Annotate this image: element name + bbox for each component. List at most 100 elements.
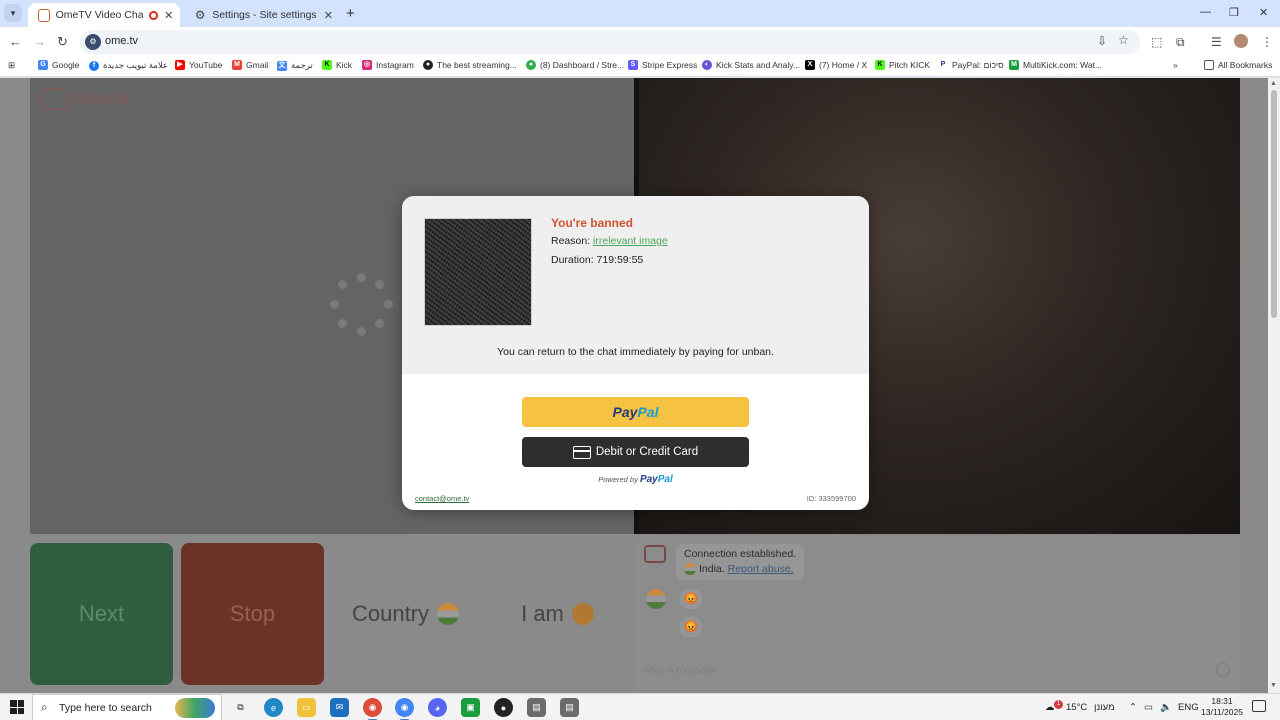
paypal-logo-icon: PayPal (639, 474, 673, 485)
new-tab-icon[interactable]: + (346, 5, 355, 22)
minimize-icon[interactable]: — (1200, 6, 1211, 18)
tab-ometv[interactable]: OmeTV Video Chat — Ome ✕ (28, 3, 180, 27)
tab-title: OmeTV Video Chat — Ome (55, 9, 144, 21)
taskbar-search-box[interactable]: ⌕ Type here to search (32, 694, 222, 720)
discord-icon[interactable]: ◕ (428, 698, 447, 717)
google-icon: G (38, 60, 48, 70)
bookmark-kick[interactable]: K Kick (322, 60, 352, 70)
gear-icon: ⚙ (194, 8, 206, 22)
bookmark-kick-stats[interactable]: ◐ Kick Stats and Analy... (702, 60, 800, 70)
next-button[interactable]: Next (30, 543, 173, 685)
obs-icon[interactable]: ● (494, 698, 513, 717)
message-input[interactable]: Write a message (642, 665, 717, 676)
recording-indicator-icon (149, 10, 158, 20)
volume-icon[interactable]: 🔈 (1160, 702, 1172, 713)
boy-avatar-icon (571, 603, 594, 625)
terminal-b-icon[interactable]: ▤ (560, 698, 579, 717)
extension-icon[interactable]: ⬚ (1151, 35, 1162, 49)
bookmark-gmail[interactable]: M Gmail (232, 60, 268, 70)
close-tab-icon[interactable]: ✕ (323, 9, 334, 22)
paypal-button[interactable]: PayPal (522, 397, 749, 427)
search-highlight-icon (175, 698, 215, 718)
reading-list-icon[interactable]: ☰ (1211, 35, 1222, 49)
terminal-a-icon[interactable]: ▤ (527, 698, 546, 717)
emoji-picker-icon[interactable] (1216, 663, 1230, 677)
partner-flag-icon (646, 589, 666, 609)
stop-button[interactable]: Stop (181, 543, 324, 685)
windows-start-icon[interactable] (10, 700, 24, 714)
chat-message: 😡 (680, 617, 702, 637)
tab-settings[interactable]: ⚙ Settings - Site settings ✕ (184, 3, 340, 27)
bookmark-star-icon[interactable]: ☆ (1118, 33, 1129, 47)
task-view-icon[interactable]: ⧉ (231, 698, 250, 717)
kick-icon: K (322, 60, 332, 70)
contact-email-link[interactable]: contact@ome.tv (415, 494, 469, 503)
bookmark-newtab[interactable]: f علامة تبويب جديدة (89, 60, 168, 71)
notification-center-icon[interactable] (1252, 700, 1266, 712)
more-bookmarks-icon[interactable]: » (1173, 60, 1178, 70)
duration-value: 719:59:55 (596, 254, 644, 266)
facebook-icon: f (89, 60, 99, 71)
obs-green-icon[interactable]: ▣ (461, 698, 480, 717)
apps-grid-icon[interactable]: ⊞ (8, 60, 15, 71)
chrome-profile-icon[interactable]: ◉ (363, 698, 382, 720)
search-icon: ⌕ (41, 700, 48, 714)
file-explorer-icon[interactable]: ▭ (297, 698, 316, 717)
mail-icon[interactable]: ✉ (330, 698, 349, 717)
bookmark-youtube[interactable]: ▶ YouTube (175, 60, 222, 70)
menu-kebab-icon[interactable]: ⋮ (1261, 35, 1273, 49)
weather-alert-badge: 1 (1054, 700, 1063, 709)
close-tab-icon[interactable]: ✕ (164, 9, 175, 22)
scrollbar-thumb[interactable] (1271, 90, 1277, 318)
reload-icon[interactable]: ↻ (57, 34, 68, 50)
bookmark-translate[interactable]: 文 ترجمة (277, 60, 313, 71)
site-info-icon[interactable]: ⚙ (85, 34, 101, 50)
restore-icon[interactable]: ❐ (1229, 6, 1239, 19)
clock[interactable]: 18:31 13/11/2025 (1199, 696, 1245, 718)
report-abuse-link[interactable]: Report abuse. (728, 563, 794, 575)
bookmark-paypal[interactable]: P PayPal: סיכום (938, 60, 1004, 70)
bookmark-pitch-kick[interactable]: K Pitch KICK (875, 60, 930, 70)
tab-title: Settings - Site settings (212, 9, 317, 21)
forward-arrow-icon[interactable]: → (33, 34, 46, 49)
bookmark-instagram[interactable]: ◎ Instagram (362, 60, 414, 70)
address-bar[interactable]: ⚙ ome.tv ⇩ ☆ (80, 30, 1140, 54)
translate-icon: 文 (277, 60, 287, 71)
bookmark-x[interactable]: X (7) Home / X (805, 60, 867, 70)
profile-avatar[interactable] (1234, 34, 1248, 48)
bookmark-streaming[interactable]: ● The best streaming... (423, 60, 517, 70)
url-text: ome.tv (105, 35, 139, 47)
weather-temp[interactable]: 15°C (1066, 702, 1087, 713)
debit-credit-card-button[interactable]: Debit or Credit Card (522, 437, 749, 467)
bookmark-multikick[interactable]: M MultiKick.com: Wat... (1009, 60, 1102, 70)
paypal-icon: P (938, 60, 948, 70)
ban-id: ID: 333599700 (806, 494, 856, 503)
gender-button[interactable]: I am (486, 543, 629, 685)
chrome-icon[interactable]: ◉ (395, 698, 414, 720)
network-icon[interactable]: ▭ (1144, 702, 1153, 713)
close-window-icon[interactable]: ✕ (1259, 6, 1268, 19)
bookmark-dashboard[interactable]: ● (8) Dashboard / Stre... (526, 60, 624, 70)
reason-link[interactable]: irrelevant image (593, 235, 668, 247)
puzzle-extensions-icon[interactable]: ⧉ (1176, 35, 1185, 50)
chat-panel: Connection established. India. Report ab… (636, 539, 1240, 689)
streaming-icon: ● (423, 60, 433, 70)
tab-search-button[interactable]: ▾ (4, 4, 22, 22)
ometv-logo[interactable]: Ome.tv (40, 88, 130, 110)
language-indicator[interactable]: ENG (1178, 702, 1199, 713)
page-scrollbar[interactable]: ▲ ▼ (1268, 78, 1280, 693)
youtube-icon: ▶ (175, 60, 185, 70)
install-app-icon[interactable]: ⇩ (1097, 34, 1107, 48)
ban-dialog: You're banned Reason: irrelevant image D… (402, 196, 869, 510)
instagram-icon: ◎ (362, 60, 372, 70)
bookmark-stripe[interactable]: S Stripe Express (628, 60, 697, 70)
all-bookmarks[interactable]: All Bookmarks (1204, 60, 1272, 70)
country-button[interactable]: Country (334, 543, 477, 685)
edge-icon[interactable]: e (264, 698, 283, 717)
bookmark-google[interactable]: G Google (38, 60, 79, 70)
show-hidden-icons-icon[interactable]: ⌃ (1129, 702, 1137, 713)
scroll-down-icon[interactable]: ▼ (1270, 682, 1277, 689)
back-arrow-icon[interactable]: ← (9, 34, 22, 49)
scroll-up-icon[interactable]: ▲ (1270, 80, 1277, 87)
windows-taskbar: ⌕ Type here to search ⧉ e ▭ ✉ ◉ ◉ ◕ ▣ ● … (0, 693, 1280, 720)
